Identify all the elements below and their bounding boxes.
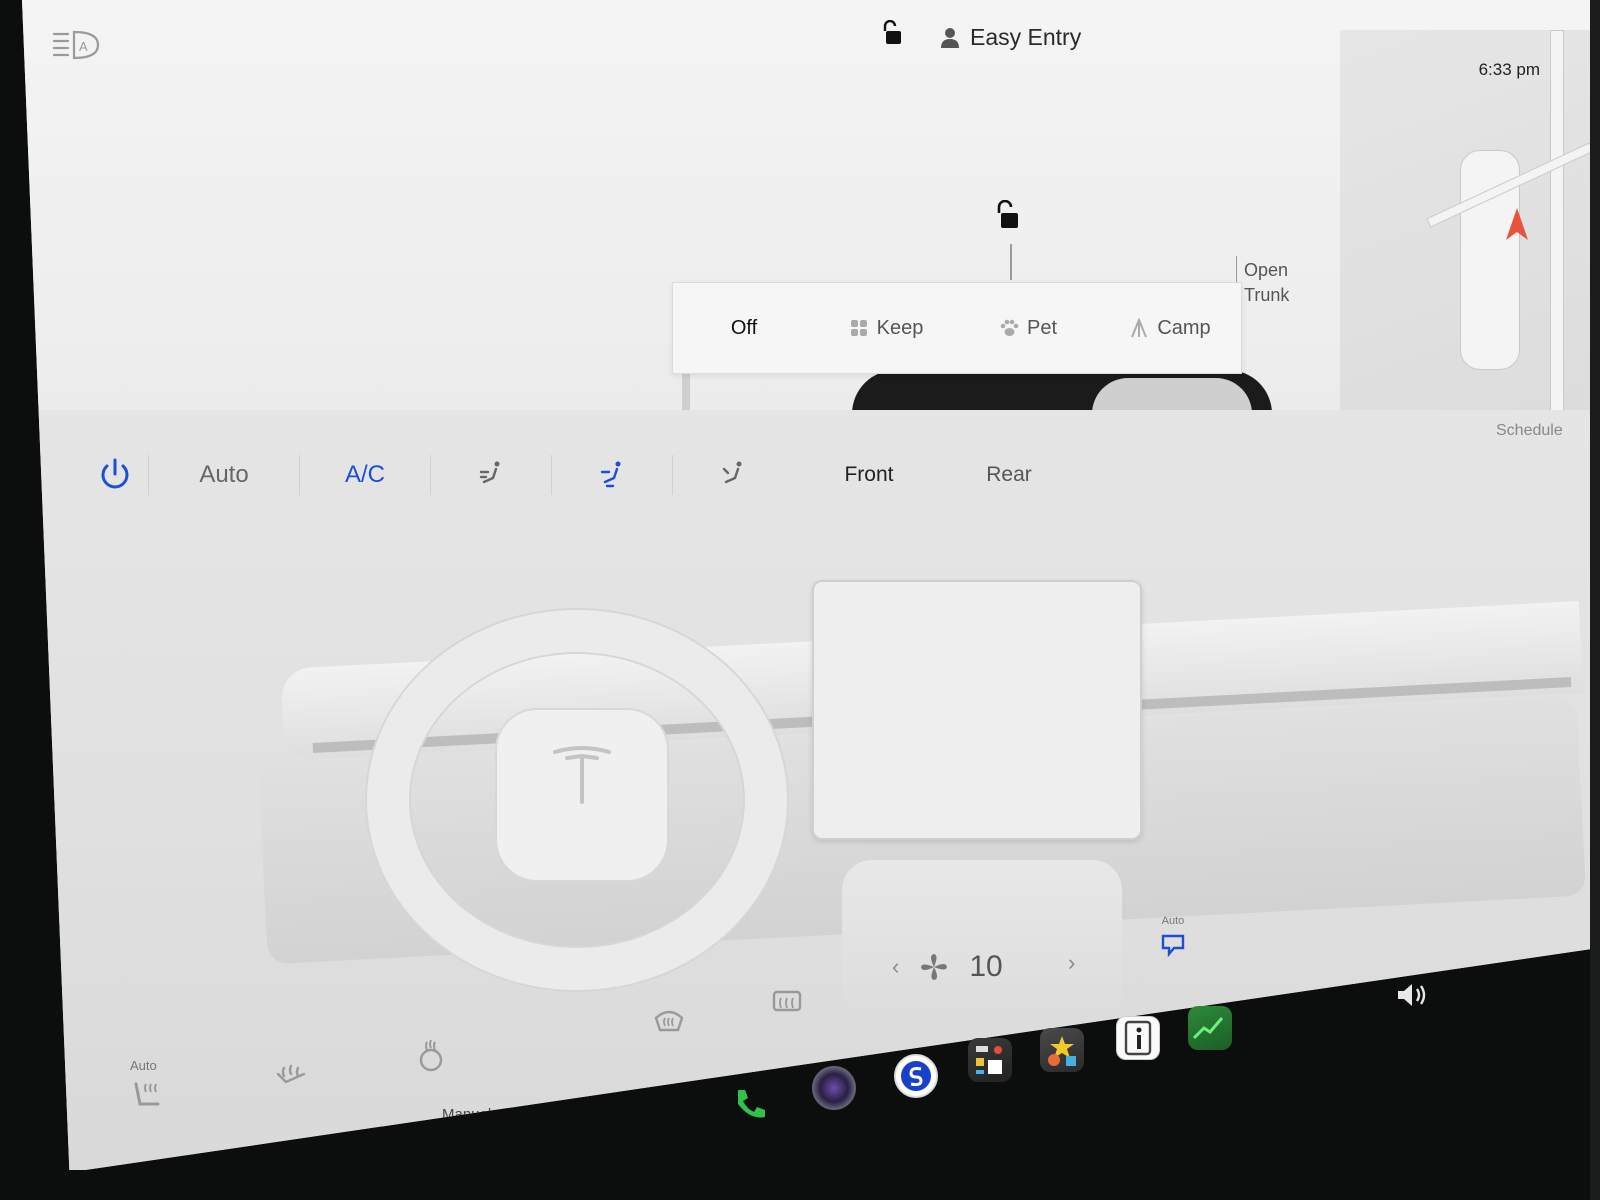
navigation-arrow-icon [1506, 208, 1528, 240]
mode-pet-button[interactable]: Pet [957, 317, 1099, 340]
volume-icon[interactable] [1394, 980, 1428, 1010]
temperature-increase-button[interactable]: › [546, 1122, 552, 1143]
seat-heater-icon[interactable] [130, 1078, 164, 1112]
climate-mode-selector: Off Keep Pet Camp [672, 282, 1242, 374]
manual-icon [1124, 1020, 1152, 1056]
owners-manual-app-button[interactable] [1116, 1016, 1160, 1060]
sirius-icon [901, 1061, 931, 1091]
fan-speed-control: ‹ 10 [892, 950, 1003, 984]
driver-profile[interactable]: Easy Entry [940, 24, 1081, 51]
clock: 6:33 pm [1478, 60, 1540, 79]
toybox-icon [976, 1046, 1002, 1074]
stocks-icon [1192, 1017, 1224, 1040]
fan-increase-button[interactable]: › [1068, 950, 1075, 976]
map-road [1550, 30, 1564, 412]
interior-display-illustration [812, 580, 1142, 840]
car-body [682, 374, 690, 414]
temperature-mode-label: Manual [442, 1106, 492, 1123]
mode-label: Keep [876, 316, 924, 339]
recirculate-icon [1161, 934, 1185, 957]
svg-text:A: A [79, 39, 88, 54]
seat-heater-auto-label: Auto [130, 1058, 157, 1073]
fan-decrease-button[interactable]: ‹ [892, 954, 899, 980]
mode-label: Off [730, 316, 758, 339]
driver-profile-label: Easy Entry [970, 24, 1082, 50]
climate-toolbar: Auto A/C Front Rear [82, 440, 1182, 510]
screen-bezel [1590, 0, 1600, 1200]
tent-icon [1131, 318, 1148, 338]
car-view-area: A Easy Entry 6:33 pm Open Trunk Off Keep… [22, 0, 1600, 414]
sirius-app-button[interactable] [894, 1054, 938, 1098]
arcade-icon [1048, 1036, 1076, 1066]
map-panel[interactable] [1340, 30, 1600, 412]
recirculate-label: Auto [1161, 915, 1185, 927]
climate-panel: Schedule Auto A/C Front Rear ‹ 10 › Auto… [22, 410, 1600, 1170]
person-icon [941, 27, 959, 48]
fan-icon [850, 320, 867, 336]
steering-heater-icon[interactable] [274, 1058, 308, 1092]
phone-app-button[interactable] [728, 1082, 772, 1126]
mode-off-button[interactable]: Off [673, 317, 815, 340]
mode-label: Pet [1026, 316, 1058, 339]
touchscreen: A Easy Entry 6:33 pm Open Trunk Off Keep… [22, 0, 1600, 1170]
temperature-decrease-button[interactable]: ‹ [390, 1152, 396, 1170]
recirculate-button[interactable]: Auto [1160, 915, 1186, 957]
schedule-button[interactable]: Schedule [1496, 422, 1563, 440]
paw-icon [1000, 319, 1019, 336]
mode-keep-button[interactable]: Keep [815, 317, 957, 340]
airflow-face-button[interactable] [431, 447, 551, 503]
airflow-face-feet-button[interactable] [552, 447, 672, 503]
airflow-face-icon [479, 461, 500, 484]
camera-app-button[interactable] [812, 1066, 856, 1110]
center-console [842, 860, 1122, 1020]
mode-camp-button[interactable]: Camp [1099, 317, 1241, 340]
unlock-icon[interactable] [880, 20, 904, 46]
airflow-feet-icon [722, 461, 742, 484]
temperature-value: 61 [442, 1122, 494, 1170]
power-icon [101, 458, 129, 489]
temperature-control: Manual 61 [442, 1106, 493, 1170]
climate-power-button[interactable] [82, 447, 148, 503]
phone-icon [738, 1090, 765, 1118]
fan-icon [921, 954, 948, 980]
ac-button[interactable]: A/C [300, 447, 430, 503]
rear-defrost-icon[interactable] [770, 986, 804, 1020]
trunk-pointer-line [1236, 256, 1237, 282]
auto-headlights-icon[interactable]: A [52, 30, 102, 62]
lock-pointer-line [1010, 244, 1012, 280]
car-window [1092, 378, 1252, 414]
fan-speed-value: 10 [969, 950, 1003, 983]
open-trunk-button[interactable]: Open Trunk [1244, 258, 1289, 308]
airflow-feet-button[interactable] [673, 447, 793, 503]
toybox-app-button[interactable] [968, 1038, 1012, 1082]
car-unlock-icon[interactable] [994, 200, 1020, 230]
arcade-app-button[interactable] [1040, 1028, 1084, 1072]
steering-wheel-heater-icon[interactable] [414, 1038, 448, 1072]
climate-auto-button[interactable]: Auto [149, 447, 299, 503]
front-defrost-icon[interactable] [652, 1004, 686, 1038]
stocks-app-button[interactable] [1188, 1006, 1232, 1050]
front-defrost-tab[interactable]: Front [794, 447, 944, 503]
mode-label: Camp [1157, 316, 1211, 339]
airflow-face-feet-icon [600, 461, 621, 488]
tesla-logo-icon [553, 746, 611, 804]
rear-climate-tab[interactable]: Rear [944, 447, 1074, 503]
